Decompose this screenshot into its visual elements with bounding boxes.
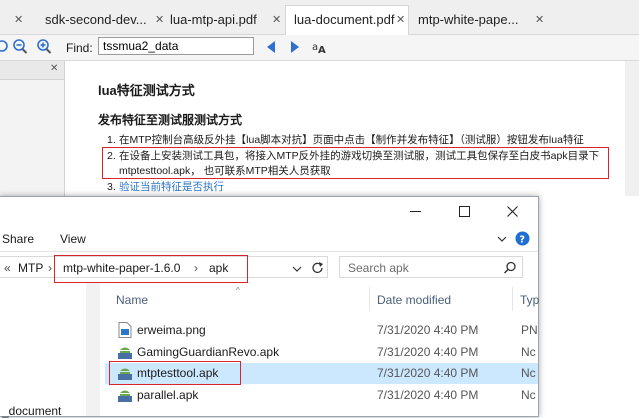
doc-heading: lua特征测试方式 xyxy=(98,83,195,98)
column-divider[interactable] xyxy=(369,287,370,311)
tab-close-icon[interactable]: ✕ xyxy=(396,6,405,34)
pdf-document-page: lua特征测试方式 发布特征至测试服测试方式 1. 在MTP控制台高级反外挂【lu… xyxy=(65,61,639,196)
minimize-icon[interactable] xyxy=(410,211,422,213)
close-icon[interactable] xyxy=(507,206,519,218)
breadcrumb-mtp[interactable]: MTP xyxy=(18,261,43,275)
file-row[interactable]: parallel.apk 7/31/2020 4:40 PM Nc xyxy=(105,385,538,406)
file-date: 7/31/2020 4:40 PM xyxy=(377,366,479,380)
column-header-date[interactable]: Date modified xyxy=(377,293,451,307)
highlight-box xyxy=(102,147,609,179)
match-case-icon[interactable]: a A xyxy=(312,39,328,55)
apk-file-icon xyxy=(118,347,132,359)
image-file-icon xyxy=(118,322,132,338)
file-explorer-window: Share View ? « MTP › mtp-white-paper-1.6… xyxy=(0,196,539,418)
explorer-ribbon: Share View ? xyxy=(0,227,538,252)
file-name: erweima.png xyxy=(137,323,206,337)
highlight-box xyxy=(54,255,248,283)
doc-link[interactable]: 验证当前特征是否执行 xyxy=(119,181,224,193)
file-type: Nc xyxy=(521,345,536,359)
zoom-in-icon[interactable] xyxy=(0,39,10,55)
ribbon-tab-share[interactable]: Share xyxy=(2,232,34,246)
find-label: Find: xyxy=(66,41,93,55)
file-name: GamingGuardianRevo.apk xyxy=(137,345,280,359)
doc-subheading: 发布特征至测试服测试方式 xyxy=(98,113,243,127)
nav-item-document[interactable]: _document xyxy=(2,404,61,418)
tab-close-icon[interactable]: ✕ xyxy=(14,6,23,34)
file-row[interactable]: GamingGuardianRevo.apk 7/31/2020 4:40 PM… xyxy=(105,342,538,363)
chevron-down-icon[interactable] xyxy=(292,265,302,273)
tab-close-icon[interactable]: ✕ xyxy=(155,6,164,34)
sort-caret-icon: ^ xyxy=(236,286,240,295)
search-placeholder: Search apk xyxy=(348,261,409,275)
file-date: 7/31/2020 4:40 PM xyxy=(377,345,479,359)
file-type: Nc xyxy=(521,366,536,380)
find-next-icon[interactable] xyxy=(290,40,300,54)
column-header-name[interactable]: Name xyxy=(116,293,148,307)
help-icon[interactable]: ? xyxy=(515,231,530,246)
svg-text:?: ? xyxy=(519,235,525,246)
doc-scrollbar[interactable] xyxy=(625,61,639,196)
tab-label: lua-document.pdf xyxy=(294,12,395,27)
zoom-out-icon[interactable] xyxy=(12,39,28,55)
maximize-icon[interactable] xyxy=(459,206,471,218)
find-input[interactable] xyxy=(98,37,254,55)
list-item: 3. 验证当前特征是否执行 xyxy=(107,181,224,193)
find-previous-icon[interactable] xyxy=(266,40,276,54)
column-header-type[interactable]: Typ xyxy=(520,293,539,307)
pdf-toolbar: Find: a A xyxy=(0,35,639,61)
tab-lua-mtp-api[interactable]: lua-mtp-api.pdf ✕ xyxy=(170,6,284,34)
zoom-in-icon[interactable] xyxy=(36,39,52,55)
ribbon-tab-view[interactable]: View xyxy=(60,232,86,246)
tab-hidden-close[interactable]: ✕ xyxy=(0,6,38,34)
pdf-side-panel-header: ✕ xyxy=(0,61,64,80)
search-input[interactable]: Search apk xyxy=(339,256,523,278)
file-type: PN xyxy=(521,323,538,337)
chevron-down-icon[interactable] xyxy=(497,235,507,243)
file-date: 7/31/2020 4:40 PM xyxy=(377,323,479,337)
pdf-tab-bar: ✕ sdk-second-dev... ✕ lua-mtp-api.pdf ✕ … xyxy=(0,0,639,35)
svg-text:A: A xyxy=(318,45,326,55)
nav-scrollbar[interactable] xyxy=(86,283,100,416)
tab-sdk-second-dev[interactable]: sdk-second-dev... ✕ xyxy=(45,6,170,34)
tab-label: sdk-second-dev... xyxy=(45,12,147,27)
file-type: Nc xyxy=(521,388,536,402)
file-date: 7/31/2020 4:40 PM xyxy=(377,388,479,402)
navigation-pane: _document xyxy=(0,283,100,418)
tab-close-icon[interactable]: ✕ xyxy=(272,6,281,34)
refresh-icon[interactable] xyxy=(311,261,325,275)
tab-lua-document[interactable]: lua-document.pdf ✕ xyxy=(285,5,409,35)
tab-mtp-white-paper[interactable]: mtp-white-pape... ✕ xyxy=(418,6,548,34)
tab-close-icon[interactable]: ✕ xyxy=(535,6,544,34)
file-row[interactable]: erweima.png 7/31/2020 4:40 PM PN xyxy=(105,320,538,341)
tab-label: mtp-white-pape... xyxy=(418,12,519,27)
search-icon[interactable] xyxy=(503,261,517,275)
column-divider[interactable] xyxy=(512,287,513,311)
pdf-side-panel xyxy=(0,61,65,196)
apk-file-icon xyxy=(118,390,132,402)
close-icon[interactable]: ✕ xyxy=(50,63,58,74)
explorer-title-bar xyxy=(0,197,538,227)
tab-label: lua-mtp-api.pdf xyxy=(170,12,257,27)
breadcrumb-separator[interactable]: › xyxy=(48,261,52,275)
breadcrumb-overflow[interactable]: « xyxy=(4,261,11,275)
list-item: 1. 在MTP控制台高级反外挂【lua脚本对抗】页面中点击【制作并发布特征】（测试… xyxy=(107,134,584,146)
file-name: parallel.apk xyxy=(137,388,199,402)
highlight-box xyxy=(109,361,241,385)
